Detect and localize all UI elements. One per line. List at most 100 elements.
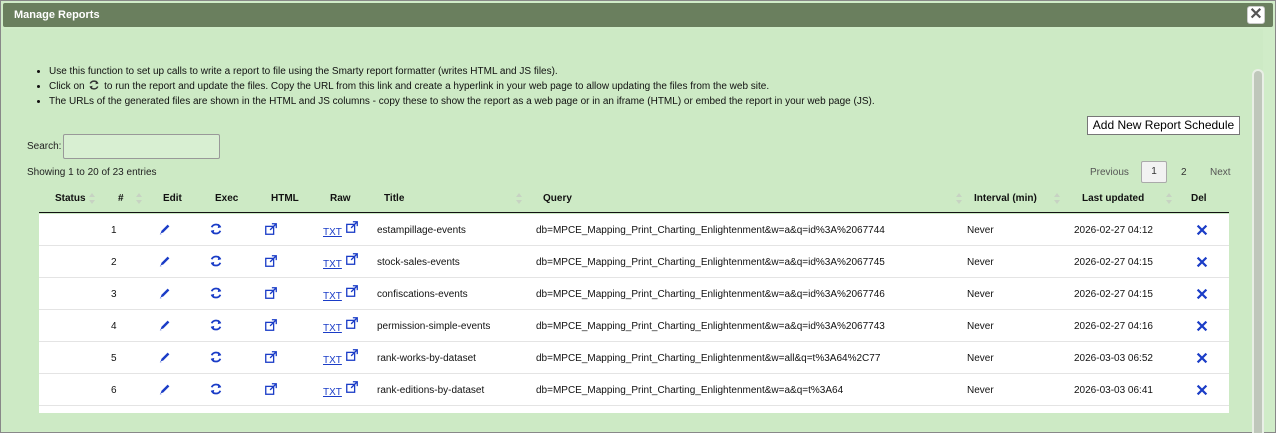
header-exec: Exec [215, 193, 239, 204]
cell-last-updated: 2026-02-27 04:15 [1074, 289, 1153, 300]
vertical-scrollbar[interactable] [1252, 69, 1264, 433]
external-link-icon[interactable] [345, 284, 359, 298]
entries-info: Showing 1 to 20 of 23 entries [27, 167, 157, 178]
instruction-item: The URLs of the generated files are show… [49, 94, 1049, 109]
cell-num: 5 [111, 353, 117, 364]
cell-last-updated: 2026-03-03 06:52 [1074, 353, 1153, 364]
raw-txt-link[interactable]: TXT [323, 323, 342, 334]
instructions-list: Use this function to set up calls to wri… [49, 64, 1049, 109]
cell-query: db=MPCE_Mapping_Print_Charting_Enlighten… [536, 385, 844, 396]
pencil-icon[interactable] [158, 286, 172, 300]
external-link-icon[interactable] [345, 316, 359, 330]
table-row: 3 TXT confiscations-events db=MPCE_Mappi… [39, 278, 1229, 310]
cell-title: permission-simple-events [377, 321, 491, 332]
header-last-updated[interactable]: Last updated [1082, 193, 1144, 204]
manage-reports-dialog: Manage Reports ✕ Use this function to se… [0, 0, 1276, 433]
header-raw: Raw [330, 193, 351, 204]
scrollbar-thumb[interactable] [1254, 71, 1262, 433]
cell-title: confiscations-events [377, 289, 468, 300]
header-num[interactable]: # [118, 193, 124, 204]
pagination-previous[interactable]: Previous [1090, 167, 1129, 178]
search-label: Search: [27, 141, 62, 152]
cell-last-updated: 2026-02-27 04:15 [1074, 257, 1153, 268]
cell-num: 1 [111, 225, 117, 236]
refresh-icon[interactable] [209, 382, 223, 396]
external-link-icon[interactable] [345, 348, 359, 362]
cell-last-updated: 2026-03-03 06:41 [1074, 385, 1153, 396]
cell-last-updated: 2026-02-27 04:16 [1074, 321, 1153, 332]
sort-icon [516, 192, 522, 206]
cell-num: 3 [111, 289, 117, 300]
close-button[interactable]: ✕ [1247, 6, 1265, 24]
cell-title: estampillage-events [377, 225, 466, 236]
refresh-icon [89, 80, 99, 90]
cell-num: 6 [111, 385, 117, 396]
header-status[interactable]: Status [55, 193, 86, 204]
table-row [39, 406, 1229, 413]
refresh-icon[interactable] [209, 350, 223, 364]
instruction-item: Click on to run the report and update th… [49, 79, 1049, 94]
delete-x-icon[interactable] [1195, 383, 1209, 397]
add-new-report-schedule-button[interactable]: Add New Report Schedule [1087, 116, 1240, 135]
refresh-icon[interactable] [209, 318, 223, 332]
sort-icon [136, 192, 142, 206]
cell-interval: Never [967, 385, 994, 396]
table-row: 1 TXT estampillage-events db=MPCE_Mappin… [39, 214, 1229, 246]
cell-last-updated: 2026-02-27 04:12 [1074, 225, 1153, 236]
pencil-icon[interactable] [158, 318, 172, 332]
dialog-title: Manage Reports [14, 9, 100, 21]
raw-txt-link[interactable]: TXT [323, 291, 342, 302]
pencil-icon[interactable] [158, 382, 172, 396]
external-link-icon[interactable] [345, 252, 359, 266]
external-link-icon[interactable] [264, 350, 278, 364]
cell-num: 2 [111, 257, 117, 268]
pencil-icon[interactable] [158, 222, 172, 236]
cell-interval: Never [967, 321, 994, 332]
cell-title: stock-sales-events [377, 257, 460, 268]
raw-txt-link[interactable]: TXT [323, 387, 342, 398]
search-input[interactable] [63, 134, 220, 159]
external-link-icon[interactable] [264, 382, 278, 396]
refresh-icon[interactable] [209, 286, 223, 300]
cell-query: db=MPCE_Mapping_Print_Charting_Enlighten… [536, 257, 885, 268]
cell-interval: Never [967, 225, 994, 236]
table-row: 5 TXT rank-works-by-dataset db=MPCE_Mapp… [39, 342, 1229, 374]
raw-txt-link[interactable]: TXT [323, 355, 342, 366]
table-row: 2 TXT stock-sales-events db=MPCE_Mapping… [39, 246, 1229, 278]
pagination-next[interactable]: Next [1210, 167, 1231, 178]
refresh-icon[interactable] [209, 254, 223, 268]
cell-query: db=MPCE_Mapping_Print_Charting_Enlighten… [536, 289, 885, 300]
header-html: HTML [271, 193, 299, 204]
pencil-icon[interactable] [158, 350, 172, 364]
table-header: Status # Edit Exec HTML Raw Title Query … [39, 187, 1229, 213]
close-icon: ✕ [1249, 6, 1263, 23]
delete-x-icon[interactable] [1195, 255, 1209, 269]
external-link-icon[interactable] [345, 220, 359, 234]
header-title[interactable]: Title [384, 193, 404, 204]
header-interval[interactable]: Interval (min) [974, 193, 1037, 204]
cell-title: rank-works-by-dataset [377, 353, 476, 364]
table-row: 6 TXT rank-editions-by-dataset db=MPCE_M… [39, 374, 1229, 406]
instruction-text: to run the report and update the files. … [104, 81, 770, 92]
instruction-text: Click on [49, 81, 85, 92]
cell-interval: Never [967, 353, 994, 364]
sort-icon [1054, 192, 1060, 206]
pencil-icon[interactable] [158, 254, 172, 268]
sort-icon [1166, 192, 1172, 206]
pagination-page-2[interactable]: 2 [1181, 167, 1187, 178]
delete-x-icon[interactable] [1195, 223, 1209, 237]
external-link-icon[interactable] [264, 318, 278, 332]
raw-txt-link[interactable]: TXT [323, 259, 342, 270]
external-link-icon[interactable] [264, 286, 278, 300]
raw-txt-link[interactable]: TXT [323, 227, 342, 238]
delete-x-icon[interactable] [1195, 287, 1209, 301]
header-query[interactable]: Query [543, 193, 572, 204]
refresh-icon[interactable] [209, 222, 223, 236]
external-link-icon[interactable] [345, 380, 359, 394]
sort-icon [956, 192, 962, 206]
delete-x-icon[interactable] [1195, 351, 1209, 365]
delete-x-icon[interactable] [1195, 319, 1209, 333]
external-link-icon[interactable] [264, 254, 278, 268]
pagination-page-1[interactable]: 1 [1141, 161, 1167, 183]
external-link-icon[interactable] [264, 222, 278, 236]
